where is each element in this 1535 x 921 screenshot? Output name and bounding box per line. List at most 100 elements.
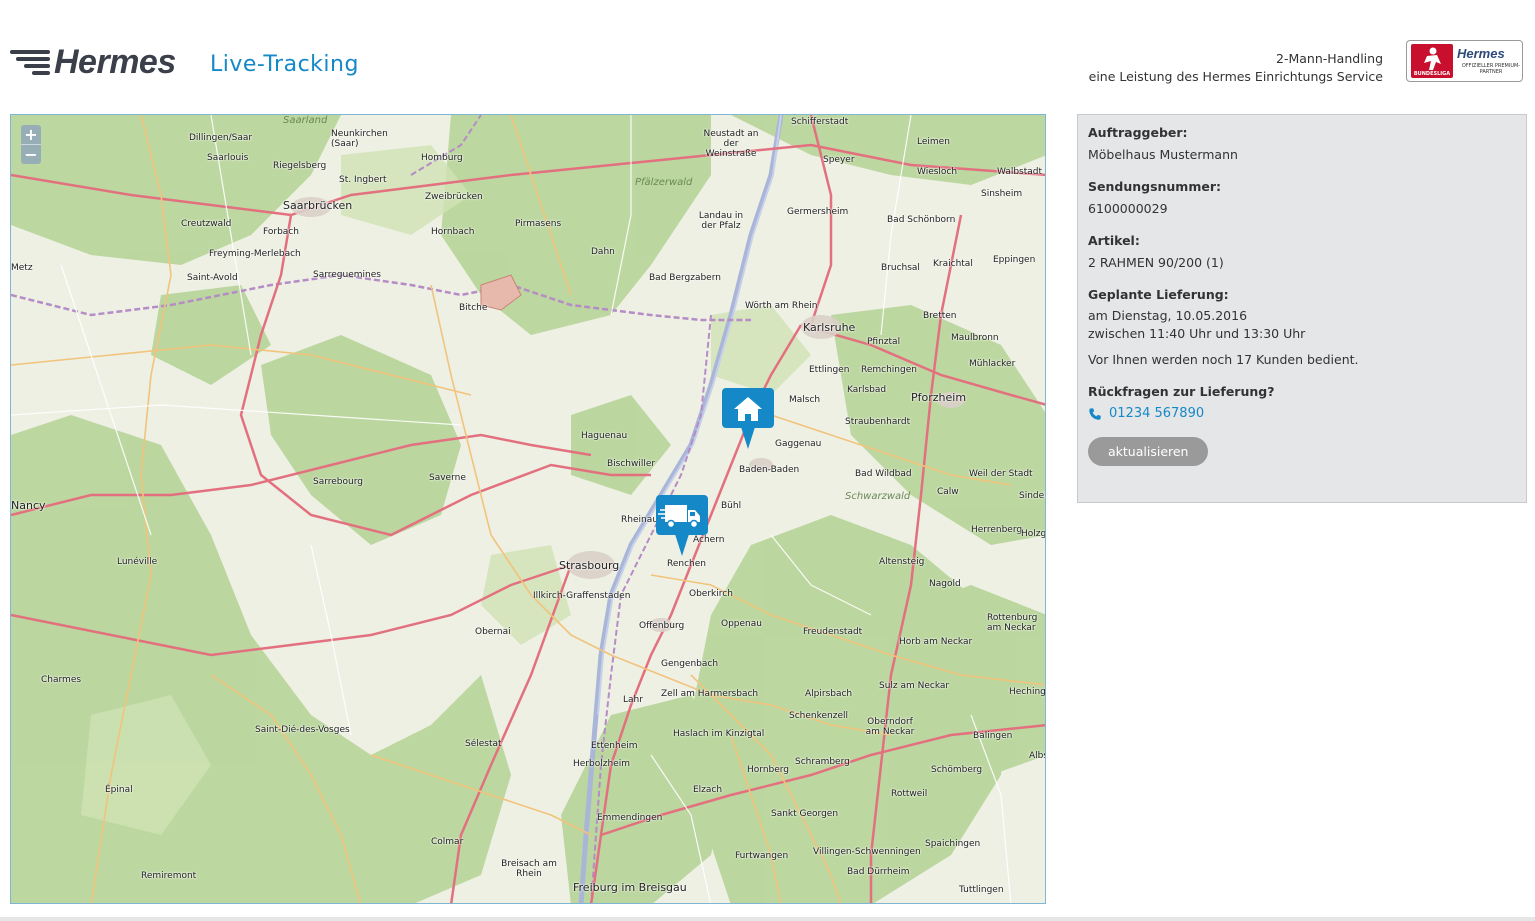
delivery-label: Geplante Lieferung: xyxy=(1088,287,1229,302)
badge-hermes-text: Hermes xyxy=(1457,46,1505,61)
map-label: Forbach xyxy=(263,227,299,237)
map-label: Bad Schönborn xyxy=(887,215,956,225)
map-label: Weil der Stadt xyxy=(969,469,1033,479)
map-label: Albs xyxy=(1029,751,1045,761)
map-label: Charmes xyxy=(41,675,82,685)
map-label: Bad Dürrheim xyxy=(847,867,910,877)
logo-text: Hermes xyxy=(54,43,176,81)
map-label: Malsch xyxy=(789,395,821,405)
map-label: Hornberg xyxy=(747,765,790,775)
queue-note: Vor Ihnen werden noch 17 Kunden bedient. xyxy=(1088,352,1359,367)
map-label: Breisach am Rhein xyxy=(501,859,557,879)
map-label: Leimen xyxy=(917,137,950,147)
client-value: Möbelhaus Mustermann xyxy=(1088,147,1238,162)
delivery-info-panel: Auftraggeber: Möbelhaus Mustermann Sendu… xyxy=(1077,114,1527,503)
article-value: 2 RAHMEN 90/200 (1) xyxy=(1088,255,1224,270)
map-label: Saarlouis xyxy=(207,153,249,163)
map-label: Kraichtal xyxy=(933,259,973,269)
map-label: Balingen xyxy=(973,731,1013,741)
phone-number[interactable]: 01234 567890 xyxy=(1109,406,1204,421)
map-label: Gaggenau xyxy=(775,439,822,449)
map-label: Neustadt an der Weinstraße xyxy=(703,129,759,159)
partner-badge: BUNDESLIGA Hermes OFFIZIELLER PREMIUM-PA… xyxy=(1406,40,1523,82)
map-label: Riegelsberg xyxy=(273,161,327,171)
home-icon xyxy=(722,388,774,449)
map-label: Saint-Dié-des-Vosges xyxy=(255,725,350,735)
map-label: Bad Bergzabern xyxy=(649,273,721,283)
map-label: Haslach im Kinzigtal xyxy=(673,729,765,739)
map-label: Remiremont xyxy=(141,871,197,881)
zoom-out-button[interactable]: − xyxy=(21,144,41,164)
map-label: Pfälzerwald xyxy=(635,177,693,188)
map-label: Spaichingen xyxy=(925,839,981,849)
map-label: Walbstadt xyxy=(997,167,1043,177)
map-label: Zweibrücken xyxy=(425,192,483,202)
map-label: Saarland xyxy=(283,115,328,126)
map-label: Oberkirch xyxy=(689,589,733,599)
map-label: Freudenstadt xyxy=(803,627,863,637)
map-label: Épinal xyxy=(105,785,133,795)
map-label: Freyming-Merlebach xyxy=(209,249,301,259)
map-label: Renchen xyxy=(667,559,706,569)
map-label: Herrenberg xyxy=(971,525,1023,535)
phone-link[interactable]: 01234 567890 xyxy=(1088,406,1516,421)
destination-marker[interactable] xyxy=(721,387,775,451)
map-label: Schifferstadt xyxy=(791,117,849,127)
logo-wing xyxy=(32,71,50,75)
map-label: Altensteig xyxy=(879,557,925,567)
map-label: Straubenhardt xyxy=(845,417,911,427)
refresh-button[interactable]: aktualisieren xyxy=(1088,437,1209,466)
map-label: Pforzheim xyxy=(911,391,967,404)
map-tiles xyxy=(11,115,1045,903)
map-label: Elzach xyxy=(693,785,723,795)
client-group: Auftraggeber: Möbelhaus Mustermann xyxy=(1088,125,1516,164)
map-label: Sulz am Neckar xyxy=(879,681,950,691)
map-label: Saarbrücken xyxy=(283,199,353,212)
map-label: Sarreguemines xyxy=(313,270,381,280)
map-label: Dahn xyxy=(591,247,615,257)
map-label: Homburg xyxy=(421,153,463,163)
badge-partner-text: OFFIZIELLER PREMIUM-PARTNER xyxy=(1461,63,1521,75)
service-line-1: 2-Mann-Handling xyxy=(1276,51,1383,66)
map-label: Schömberg xyxy=(931,765,983,775)
map-label: Karlsruhe xyxy=(803,321,856,334)
map-label: Calw xyxy=(937,487,959,497)
map-label: St. Ingbert xyxy=(339,175,387,185)
map-label: Rottenburg am Neckar xyxy=(987,613,1038,633)
map-label: Hechinge xyxy=(1009,687,1046,697)
map-label: Ettenheim xyxy=(591,741,638,751)
map-label: Pfinztal xyxy=(867,337,901,347)
map-label: Lunéville xyxy=(117,557,158,567)
map-label: Lahr xyxy=(623,695,643,705)
client-label: Auftraggeber: xyxy=(1088,125,1188,140)
map-label: Bitche xyxy=(459,303,488,313)
map-label: Metz xyxy=(11,263,33,273)
zoom-control: + − xyxy=(21,125,41,164)
badge-bundesliga-text: BUNDESLIGA xyxy=(1413,71,1451,77)
map-label: Haguenau xyxy=(581,431,628,441)
map-label: Creutzwald xyxy=(181,219,232,229)
map-label: Oberndorf am Neckar xyxy=(865,717,915,737)
map-label: Speyer xyxy=(823,155,855,165)
map-label: Ettlingen xyxy=(809,365,850,375)
map-label: Landau in der Pfalz xyxy=(698,211,744,231)
shipment-number: 6100000029 xyxy=(1088,201,1168,216)
map-label: Sinsheim xyxy=(981,189,1023,199)
map-label: Wörth am Rhein xyxy=(745,301,818,311)
map-label: Strasbourg xyxy=(559,559,620,572)
map-label: Sindel xyxy=(1019,491,1046,501)
vehicle-marker[interactable] xyxy=(655,494,709,558)
map-label: Zell am Harmersbach xyxy=(661,689,759,699)
map-label: Pirmasens xyxy=(515,219,562,229)
map-label: Herbolzheim xyxy=(573,759,630,769)
tracking-map[interactable]: + − Saarland Dillingen/Saar Neunkirchen … xyxy=(10,114,1046,904)
map-label: Baden-Baden xyxy=(739,465,800,475)
map-label: Eppingen xyxy=(993,255,1036,265)
delivery-date: am Dienstag, 10.05.2016 xyxy=(1088,308,1248,323)
questions-group: Rückfragen zur Lieferung? 01234 567890 xyxy=(1088,384,1516,421)
map-label: Schwarzwald xyxy=(845,491,911,502)
map-label: Colmar xyxy=(431,837,464,847)
map-label: Remchingen xyxy=(861,365,917,375)
map-label: Saint-Avold xyxy=(187,273,238,283)
zoom-in-button[interactable]: + xyxy=(21,125,41,144)
